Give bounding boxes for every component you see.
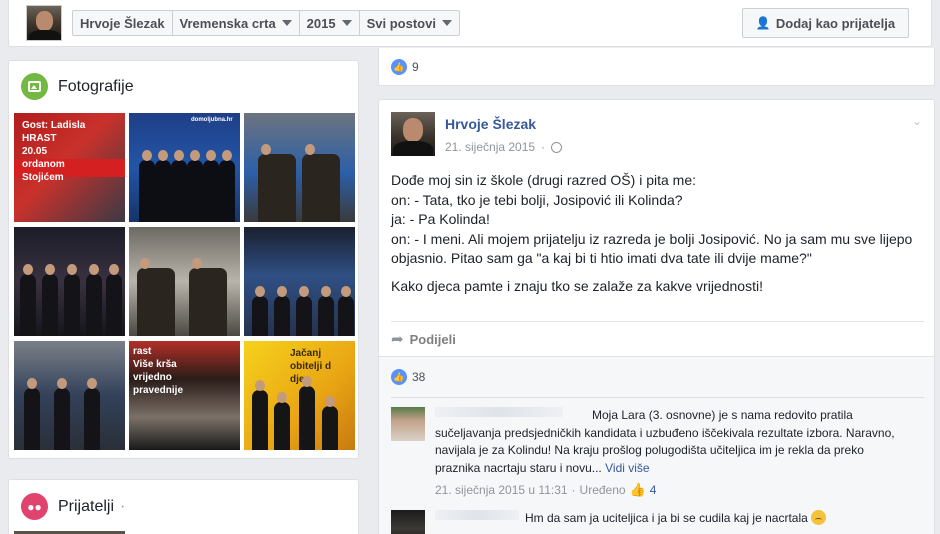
profile-avatar[interactable] — [26, 5, 62, 41]
breadcrumb-year[interactable]: 2015 — [300, 11, 360, 35]
post-likes[interactable]: 👍 38 — [391, 369, 425, 385]
see-more-link[interactable]: Vidi više — [605, 461, 649, 475]
photo-figure — [20, 264, 36, 336]
photo-figure — [137, 258, 175, 336]
chevron-down-icon — [441, 20, 452, 26]
post-line: ja: - Pa Kolinda! — [391, 211, 490, 227]
photo-figure — [171, 150, 187, 222]
photo-tile[interactable]: rast Više krša vrijedno pravednije — [129, 341, 240, 450]
photo-grid: Gost: Ladisla HRAST 20.05 ordanom Stojić… — [14, 113, 355, 450]
photo-tile[interactable]: Gost: Ladisla HRAST 20.05 ordanom Stojić… — [14, 113, 125, 222]
silhouette — [274, 392, 290, 450]
commenter-avatar[interactable] — [391, 510, 425, 534]
timeline-post: Hrvoje Šlezak 21. siječnja 2015 · ⌄ Dođe… — [378, 99, 935, 534]
photo-figure — [24, 378, 40, 450]
post-author-name[interactable]: Hrvoje Šlezak — [445, 116, 536, 132]
photo-caption: rast Više krša vrijedno pravednije — [133, 346, 184, 396]
photo-figure — [54, 378, 70, 450]
photo-figure — [42, 264, 58, 336]
breadcrumb-profile-name[interactable]: Hrvoje Šlezak — [73, 11, 173, 35]
photo-caption: Gost: Ladisla HRAST 20.05 ordanom Stojić… — [22, 120, 86, 183]
like-icon: 👍 — [391, 59, 407, 75]
friends-icon: ●● — [21, 493, 48, 520]
globe-icon[interactable] — [551, 141, 563, 153]
thumbs-up-icon[interactable]: 👍 — [630, 482, 646, 498]
edited-label[interactable]: Uređeno — [580, 483, 626, 497]
post-closing: Kako djeca pamte i znaju tko se zalaže z… — [391, 277, 763, 294]
photo-tile[interactable]: Jačanj obitelji d djec — [244, 341, 355, 450]
photo-tile[interactable] — [244, 113, 355, 222]
photo-tile[interactable] — [244, 227, 355, 336]
photo-figure — [338, 286, 354, 336]
photo-figure — [189, 258, 227, 336]
post-author-avatar[interactable] — [391, 112, 435, 156]
silhouette — [299, 376, 315, 450]
divider — [391, 397, 924, 398]
photo-figure — [274, 286, 290, 336]
photo-figure — [187, 150, 203, 222]
photo-figure — [84, 378, 100, 450]
add-friend-icon: 👤 — [755, 16, 771, 30]
silhouette — [252, 380, 268, 450]
sad-face-emoji-icon — [811, 510, 827, 525]
comment: Hm da sam ja uciteljica i ja bi se cudil… — [391, 510, 921, 534]
photo-figure — [252, 286, 268, 336]
post-body: Dođe moj sin iz škole (drugi razred OŠ) … — [391, 171, 926, 296]
photos-header[interactable]: Fotografije — [21, 73, 134, 100]
photo-figure — [139, 150, 155, 222]
photos-icon — [21, 73, 48, 100]
photo-tile[interactable] — [129, 227, 240, 336]
share-arrow-icon: ➦ — [391, 331, 404, 348]
photo-figure — [203, 150, 219, 222]
friends-card: ●● Prijatelji · — [8, 479, 359, 534]
post-line: Dođe moj sin iz škole (drugi razred OŠ) … — [391, 172, 696, 188]
silhouette — [322, 396, 338, 450]
divider — [391, 321, 924, 322]
photo-figure — [302, 144, 340, 222]
photo-tile[interactable] — [14, 341, 125, 450]
comment-text: Hm da sam ja uciteljica i ja bi se cudil… — [435, 510, 895, 528]
photo-figure — [219, 150, 235, 222]
share-button[interactable]: ➦ Podijeli — [391, 330, 456, 348]
previous-post-likes[interactable]: 👍 9 — [391, 59, 419, 75]
chevron-down-icon — [281, 20, 292, 26]
chevron-down-icon[interactable]: ⌄ — [912, 114, 922, 128]
post-meta: 21. siječnja 2015 · — [445, 140, 563, 154]
comment-timestamp[interactable]: 21. siječnja 2015 u 11:31 — [435, 483, 568, 497]
comment-like-count[interactable]: 4 — [650, 483, 657, 497]
breadcrumb: Hrvoje Šlezak Vremenska crta 2015 Svi po… — [72, 10, 460, 36]
add-friend-button[interactable]: 👤 Dodaj kao prijatelja — [742, 8, 909, 38]
breadcrumb-post-filter[interactable]: Svi postovi — [360, 11, 459, 35]
photos-card: Fotografije Gost: Ladisla HRAST 20.05 or… — [8, 60, 359, 459]
photo-figure — [106, 264, 122, 336]
photo-figure — [296, 286, 312, 336]
photo-tile[interactable] — [14, 227, 125, 336]
comments-section: 👍 38 Moja Lara (3. osnovne) je s nama re… — [379, 356, 934, 534]
breadcrumb-timeline[interactable]: Vremenska crta — [173, 11, 300, 35]
photo-tile[interactable]: domoljubna.hr — [129, 113, 240, 222]
photo-figure — [258, 144, 296, 222]
commenter-avatar[interactable] — [391, 407, 425, 441]
previous-post-footer: 👍 9 — [378, 48, 935, 86]
comment-meta: 21. siječnja 2015 u 11:31 · Uređeno 👍 4 — [435, 482, 657, 498]
photo-figure — [155, 150, 171, 222]
post-line: on: - I meni. Ali mojem prijatelju iz ra… — [391, 230, 913, 267]
profile-header-bar: Hrvoje Šlezak Vremenska crta 2015 Svi po… — [8, 0, 932, 47]
photo-figure — [86, 264, 102, 336]
like-icon: 👍 — [391, 369, 407, 385]
photo-caption: domoljubna.hr — [191, 117, 233, 123]
photo-figure — [318, 286, 334, 336]
photo-figure — [64, 264, 80, 336]
chevron-down-icon — [341, 20, 352, 26]
post-date[interactable]: 21. siječnja 2015 — [445, 140, 535, 154]
comment-text: Moja Lara (3. osnovne) je s nama redovit… — [435, 408, 895, 475]
friends-header[interactable]: ●● Prijatelji · — [21, 493, 125, 520]
comment: Moja Lara (3. osnovne) je s nama redovit… — [391, 407, 921, 497]
post-line: on: - Tata, tko je tebi bolji, Josipović… — [391, 191, 683, 208]
